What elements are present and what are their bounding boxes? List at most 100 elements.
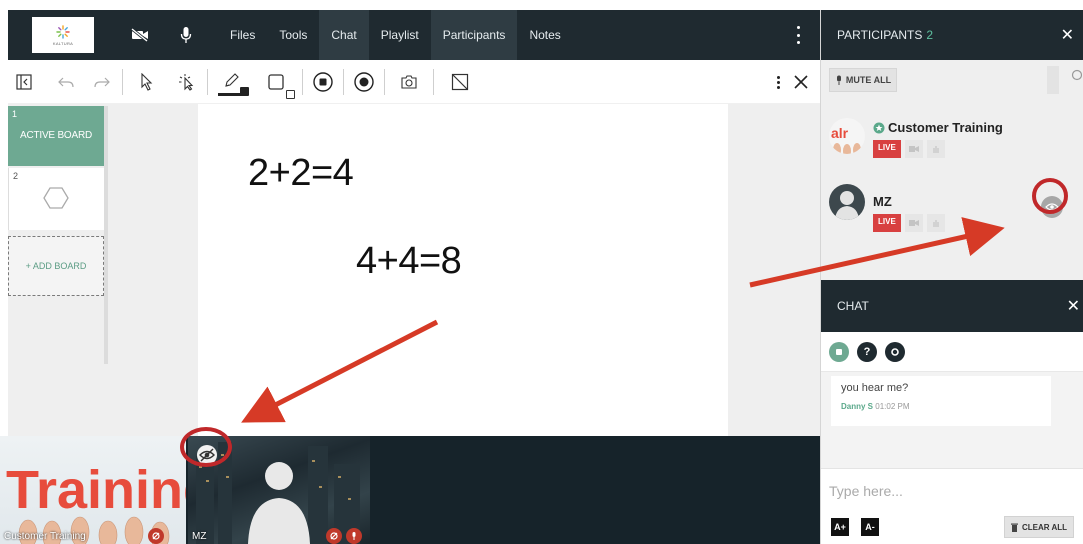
logo: KALTURA [32,17,94,53]
toolbar-more-icon[interactable] [777,75,780,89]
participant-customer-training[interactable]: alr Customer Training LIVE [827,116,1077,172]
pen-tool-icon[interactable] [218,68,249,96]
clear-all-button[interactable]: CLEAR ALL [1003,516,1074,538]
toolbar-right [777,60,808,104]
close-whiteboard-icon[interactable] [794,75,808,89]
select-pointer-icon[interactable] [133,68,161,96]
participant-badges: LIVE [873,140,945,158]
live-badge: LIVE [873,214,901,232]
avatar: alr [829,118,865,154]
collapse-panel-icon[interactable] [10,68,38,96]
participant-raise-hand-icon[interactable] [926,140,945,158]
host-star-icon [873,122,885,133]
nav-files[interactable]: Files [218,10,267,60]
pen-options-chevron-icon[interactable] [240,86,249,96]
trash-icon [1010,523,1018,532]
board-list: 1 ACTIVE BOARD 2 + ADD BOARD [8,106,104,364]
font-increase-button[interactable]: A+ [831,518,849,536]
clear-board-icon[interactable] [446,68,474,96]
microphone-icon [836,75,841,85]
camera-off-icon[interactable] [130,25,150,45]
participants-list: MUTE ALL alr Customer Training LIVE MZ L… [821,60,1083,280]
video-tile-label: Customer Training [4,531,86,542]
avatar-art-text: alr [831,125,849,141]
participants-header: PARTICIPANTS 2 ✕ [821,10,1083,60]
board-number: 2 [13,171,19,181]
chat-help-icon[interactable]: ? [857,341,877,362]
shape-square-icon[interactable] [262,68,295,99]
chat-message-text: you hear me? [841,382,909,394]
participant-camera-icon[interactable] [904,214,923,232]
whiteboard-toolbar [8,60,820,104]
participant-raise-hand-icon[interactable] [926,214,945,232]
chat-message: you hear me? Danny S 01:02 PM [831,376,1051,426]
canvas-margin [728,104,820,436]
participant-name: MZ [873,194,892,209]
camera-off-icon [148,528,164,544]
board-item-active[interactable]: 1 ACTIVE BOARD [8,106,104,166]
chat-message-time: 01:02 PM [875,402,910,411]
record-icon[interactable] [350,68,378,96]
chat-message-author: Danny S [841,402,874,411]
participant-camera-icon[interactable] [904,140,923,158]
participants-count: 2 [926,28,934,42]
shape-options-chevron-icon[interactable] [286,89,295,99]
board-sidebar: 1 ACTIVE BOARD 2 + ADD BOARD [8,104,198,436]
nav-chat[interactable]: Chat [319,10,369,60]
camera-snapshot-icon[interactable] [395,68,423,96]
undo-icon[interactable] [52,68,80,96]
close-participants-icon[interactable]: ✕ [1061,25,1074,45]
stop-recording-icon[interactable] [309,68,337,96]
nav-participants[interactable]: Participants [430,10,518,60]
video-tile-customer-training[interactable]: Training Customer Training [0,436,186,544]
chat-footer: A+ A- CLEAR ALL [821,516,1083,544]
annotation-circle [180,427,232,467]
toolbar-divider [302,68,303,95]
board-list-scrollbar[interactable] [104,106,108,364]
equation-text: 2+2=4 [248,152,354,194]
toolbar-divider [384,68,385,95]
toolbar-divider [207,68,208,95]
annotation-circle [1032,178,1068,214]
clear-all-label: CLEAR ALL [1021,522,1067,532]
toolbar-divider [343,68,344,95]
equation-text: 4+4=8 [356,240,462,282]
mute-all-button[interactable]: MUTE ALL [829,68,897,92]
toolbar-divider [433,68,434,95]
close-chat-icon[interactable]: ✕ [1067,296,1080,316]
chat-emoji-icon[interactable] [829,341,849,362]
logo-burst-icon [56,24,70,39]
toolbar-divider [122,68,123,95]
laser-pointer-icon[interactable] [173,68,201,96]
participant-name-text: MZ [873,194,892,209]
nav-playlist[interactable]: Playlist [369,10,431,60]
board-number: 1 [12,109,18,119]
chat-header: CHAT ✕ [821,280,1083,332]
participants-scroll-strip [1047,66,1059,94]
font-decrease-button[interactable]: A- [861,518,879,536]
live-badge: LIVE [873,140,901,158]
nav-notes[interactable]: Notes [517,10,572,60]
video-tile-label: MZ [192,531,207,542]
redo-icon[interactable] [88,68,116,96]
microphone-icon[interactable] [176,25,196,45]
app-root: KALTURA Files Tools Chat Playlist Partic… [0,0,1083,544]
camera-off-icon [326,528,342,544]
right-panel: PARTICIPANTS 2 ✕ MUTE ALL alr Customer T… [820,10,1083,544]
logo-text: KALTURA [52,40,74,46]
participant-badges: LIVE [873,214,945,232]
search-icon[interactable] [1070,68,1082,84]
top-nav: KALTURA Files Tools Chat Playlist Partic… [8,10,820,60]
avatar [829,184,865,220]
board-item-2[interactable]: 2 [8,168,104,230]
add-board-button[interactable]: + ADD BOARD [8,236,104,296]
nav-tools[interactable]: Tools [267,10,319,60]
whiteboard-canvas[interactable]: 2+2=4 4+4=8 [198,104,728,436]
more-options-icon[interactable] [792,24,804,46]
mic-off-icon [346,528,362,544]
participants-title: PARTICIPANTS [837,28,923,42]
chat-settings-icon[interactable] [885,341,905,362]
chat-input[interactable]: Type here... [821,468,1083,516]
hexagon-thumbnail-icon [43,187,69,209]
chat-message-meta: Danny S 01:02 PM [841,402,1041,411]
